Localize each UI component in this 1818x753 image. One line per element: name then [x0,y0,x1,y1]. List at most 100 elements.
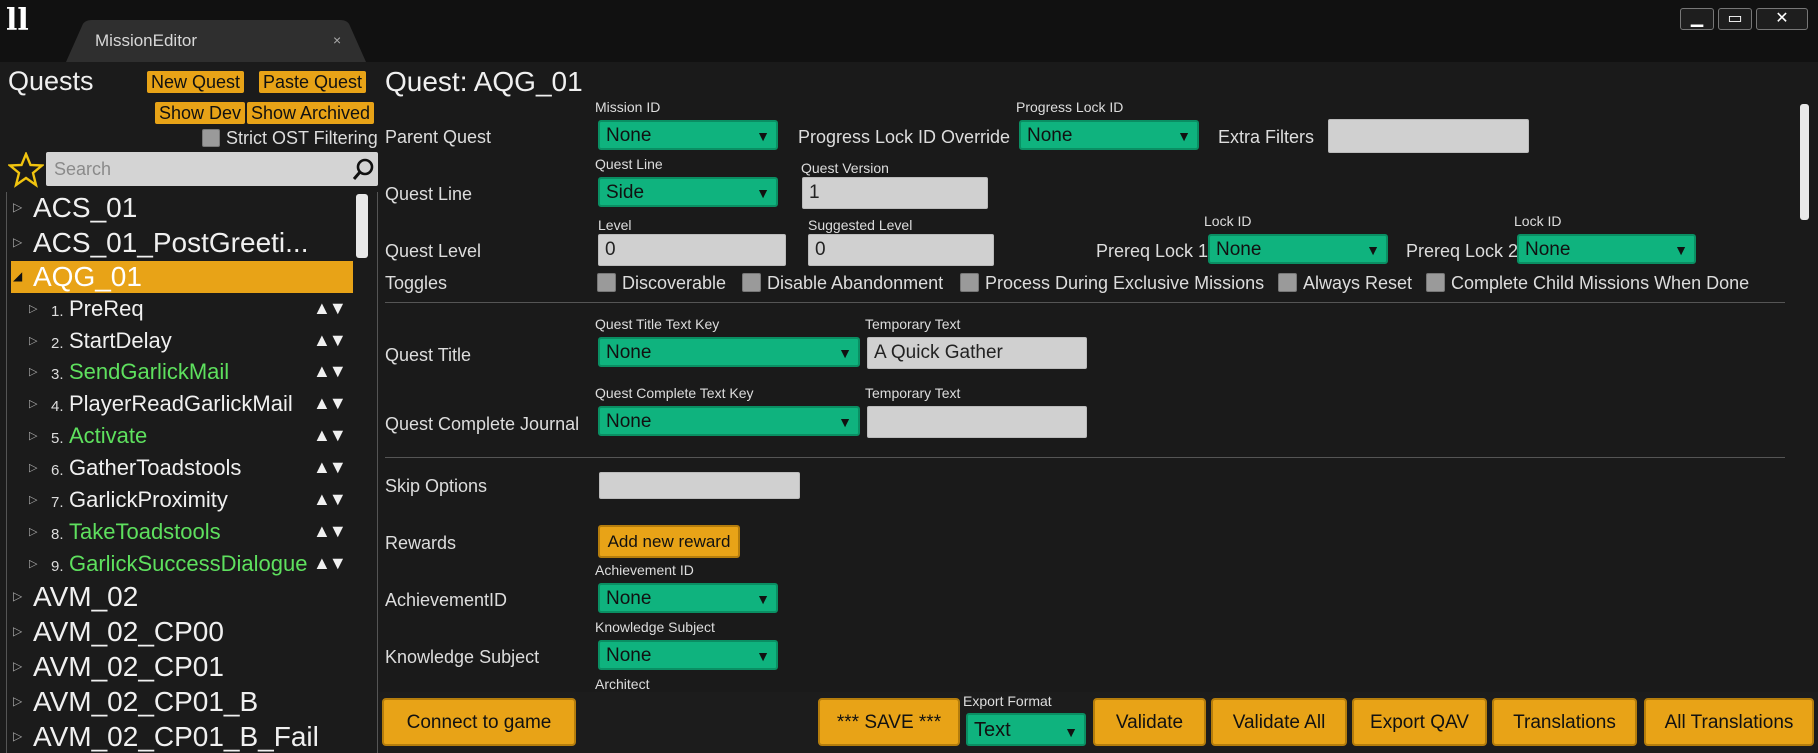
quest-complete-temp-field[interactable] [867,406,1087,438]
expand-arrow-icon[interactable]: ▷ [13,659,22,673]
step-item[interactable]: ▷ 6. GatherToadstools ▲▼ [7,452,353,484]
move-up-down-icon[interactable]: ▲▼ [313,298,347,319]
minimize-button[interactable]: ▁ [1680,8,1714,30]
export-qav-button[interactable]: Export QAV [1352,698,1487,746]
expand-arrow-icon[interactable]: ▷ [29,397,37,410]
expand-arrow-icon[interactable]: ▷ [13,729,22,743]
move-up-down-icon[interactable]: ▲▼ [313,393,347,414]
tree-item[interactable]: ▷ AVM_02 [7,581,353,613]
quest-line-dropdown[interactable]: Side ▼ [598,177,778,207]
dropdown-arrow-icon: ▼ [1064,724,1078,740]
editor-tab-label[interactable]: MissionEditor [95,31,197,51]
expand-arrow-icon[interactable]: ▷ [29,525,37,538]
expand-arrow-icon[interactable]: ▷ [13,589,22,603]
expand-arrow-icon[interactable]: ▷ [29,429,37,442]
move-up-down-icon[interactable]: ▲▼ [313,457,347,478]
step-item[interactable]: ▷ 1. PreReq ▲▼ [7,293,353,325]
expand-arrow-icon[interactable]: ▷ [29,493,37,506]
disable-abandonment-checkbox[interactable] [742,273,761,292]
search-icon[interactable] [352,157,376,181]
save-button[interactable]: *** SAVE *** [818,698,960,746]
main-scrollbar[interactable] [1800,104,1809,220]
step-item[interactable]: ▷ 7. GarlickProximity ▲▼ [7,484,353,516]
new-quest-button[interactable]: New Quest [147,71,245,93]
move-up-down-icon[interactable]: ▲▼ [313,553,347,574]
collapse-arrow-icon[interactable]: ◢ [13,269,22,283]
progress-lock-dropdown[interactable]: None ▼ [1019,120,1199,150]
knowledge-subject-dropdown[interactable]: None ▼ [598,640,778,670]
expand-arrow-icon[interactable]: ▷ [13,200,22,214]
suggested-level-field[interactable]: 0 [808,234,994,266]
step-label: GatherToadstools [69,455,242,480]
step-item[interactable]: ▷ 9. GarlickSuccessDialogue ▲▼ [7,548,353,580]
step-item[interactable]: ▷ 4. PlayerReadGarlickMail ▲▼ [7,388,353,420]
expand-arrow-icon[interactable]: ▷ [13,235,22,249]
expand-arrow-icon[interactable]: ▷ [13,624,22,638]
validate-button[interactable]: Validate [1093,698,1206,746]
close-window-button[interactable]: ✕ [1756,8,1808,30]
move-up-down-icon[interactable]: ▲▼ [313,521,347,542]
skip-options-field[interactable] [599,472,800,499]
tree-item[interactable]: ▷ AVM_02_CP00 [7,616,353,648]
complete-child-checkbox[interactable] [1426,273,1445,292]
divider [385,302,1785,303]
validate-all-button[interactable]: Validate All [1211,698,1347,746]
quest-title-temp-field[interactable]: A Quick Gather [867,337,1087,369]
expand-arrow-icon[interactable]: ▷ [13,694,22,708]
skip-options-label: Skip Options [385,476,488,496]
tree-item[interactable]: ▷ AVM_02_CP01_B_Fail [7,721,353,753]
extra-filters-field[interactable] [1328,119,1529,153]
quest-complete-key-dropdown[interactable]: None ▼ [598,406,860,436]
expand-arrow-icon[interactable]: ▷ [29,334,37,347]
translations-button[interactable]: Translations [1492,698,1637,746]
move-up-down-icon[interactable]: ▲▼ [313,489,347,510]
tree-item-label: AVM_02_CP01_B_Fail [33,721,319,752]
quest-version-field[interactable]: 1 [802,177,988,209]
move-up-down-icon[interactable]: ▲▼ [313,361,347,382]
level-field[interactable]: 0 [598,234,786,266]
step-item[interactable]: ▷ 8. TakeToadstools ▲▼ [7,516,353,548]
dropdown-value: None [1525,239,1571,260]
strict-filter-checkbox[interactable] [202,129,220,147]
process-exclusive-checkbox[interactable] [960,273,979,292]
move-up-down-icon[interactable]: ▲▼ [313,330,347,351]
mission-id-dropdown[interactable]: None ▼ [598,120,778,150]
expand-arrow-icon[interactable]: ▷ [29,461,37,474]
all-translations-button[interactable]: All Translations [1644,698,1814,746]
search-input[interactable] [54,158,334,180]
expand-arrow-icon[interactable]: ▷ [29,557,37,570]
tree-scrollbar[interactable] [356,194,368,258]
tree-item[interactable]: ▷ ACS_01_PostGreeti... [7,227,353,259]
expand-arrow-icon[interactable]: ▷ [29,302,37,315]
show-dev-button[interactable]: Show Dev [155,102,246,124]
connect-to-game-button[interactable]: Connect to game [382,698,576,746]
show-archived-button[interactable]: Show Archived [247,102,375,124]
tab-close-icon[interactable]: × [333,32,341,48]
dropdown-arrow-icon: ▼ [1674,242,1688,258]
prereq-lock-1-dropdown[interactable]: None ▼ [1208,234,1388,264]
step-item[interactable]: ▷ 5. Activate ▲▼ [7,420,353,452]
always-reset-label: Always Reset [1303,273,1413,293]
quest-title-key-dropdown[interactable]: None ▼ [598,337,860,367]
achievement-id-dropdown[interactable]: None ▼ [598,583,778,613]
always-reset-checkbox[interactable] [1278,273,1297,292]
paste-quest-button[interactable]: Paste Quest [259,71,367,93]
maximize-button[interactable]: ▭ [1718,8,1752,30]
tree-item[interactable]: ▷ AVM_02_CP01_B [7,686,353,718]
expand-arrow-icon[interactable]: ▷ [29,365,37,378]
tree-item[interactable]: ▷ ACS_01 [7,192,353,224]
discoverable-checkbox[interactable] [597,273,616,292]
step-item[interactable]: ▷ 2. StartDelay ▲▼ [7,325,353,357]
step-label: TakeToadstools [69,519,221,544]
tree-item-selected[interactable]: ◢ AQG_01 [11,261,353,293]
move-up-down-icon[interactable]: ▲▼ [313,425,347,446]
quests-title: Quests [8,66,94,96]
step-item[interactable]: ▷ 3. SendGarlickMail ▲▼ [7,356,353,388]
temporary-text-label: Temporary Text [865,316,961,332]
star-icon[interactable] [8,152,44,188]
add-new-reward-button[interactable]: Add new reward [598,525,740,558]
prereq-lock-2-dropdown[interactable]: None ▼ [1517,234,1696,264]
step-label: PlayerReadGarlickMail [69,391,293,416]
tree-item[interactable]: ▷ AVM_02_CP01 [7,651,353,683]
export-format-dropdown[interactable]: Text ▼ [966,713,1086,746]
